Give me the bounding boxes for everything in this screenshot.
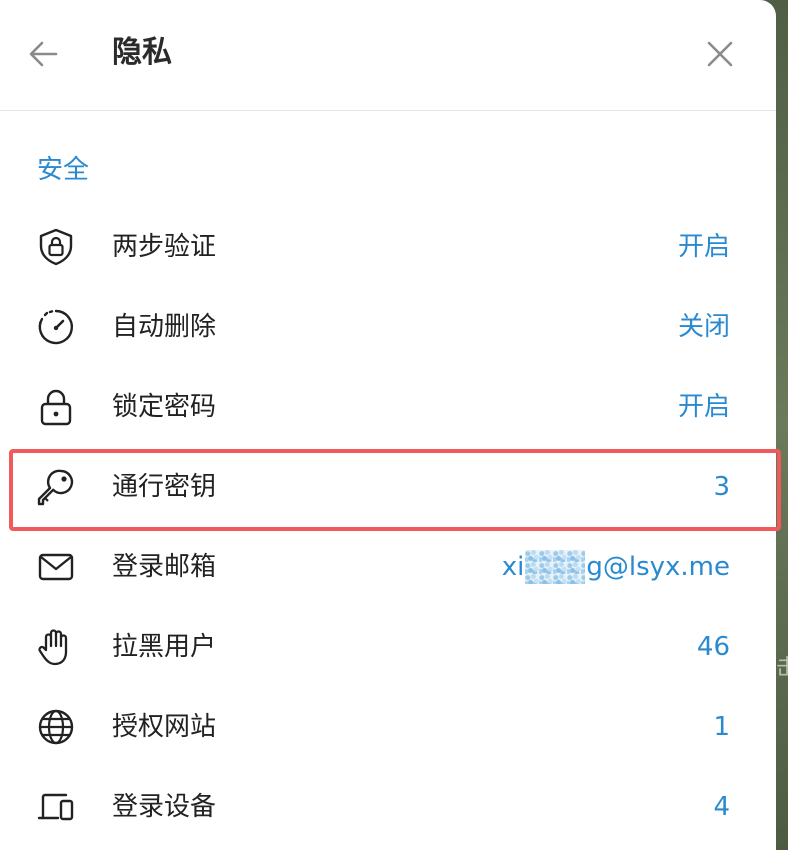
privacy-settings-panel: 隐私 安全 两步验证 开启 自动删除 关闭 锁定密码 开启 通行密钥 3 登录邮… [0, 0, 776, 850]
setting-value: 4 [713, 792, 730, 822]
setting-value: 1 [713, 712, 730, 742]
setting-row-passcode-lock[interactable]: 锁定密码 开启 [0, 367, 776, 447]
lock-icon [36, 387, 76, 427]
setting-label: 授权网站 [112, 712, 217, 742]
key-icon [36, 467, 76, 507]
setting-value: 3 [713, 472, 730, 502]
setting-row-blocked-users[interactable]: 拉黑用户 46 [0, 607, 776, 687]
globe-icon [36, 707, 76, 747]
back-button[interactable] [20, 30, 68, 78]
setting-row-login-email[interactable]: 登录邮箱 xi g@lsyx.me [0, 527, 776, 607]
setting-value: 开启 [677, 232, 730, 262]
setting-row-auto-delete[interactable]: 自动删除 关闭 [0, 287, 776, 367]
setting-row-passkeys[interactable]: 通行密钥 3 [0, 447, 776, 527]
setting-label: 通行密钥 [112, 472, 217, 502]
page-title: 隐私 [112, 35, 172, 70]
setting-label: 登录设备 [112, 792, 217, 822]
panel-header: 隐私 [0, 0, 776, 111]
hand-icon [36, 627, 76, 667]
setting-label: 两步验证 [112, 232, 217, 262]
close-button[interactable] [696, 30, 744, 78]
close-icon [707, 41, 733, 67]
setting-value: 开启 [677, 392, 730, 422]
setting-label: 登录邮箱 [112, 552, 217, 582]
setting-row-two-step-verification[interactable]: 两步验证 开启 [0, 207, 776, 287]
setting-row-authorized-websites[interactable]: 授权网站 1 [0, 687, 776, 767]
setting-label: 自动删除 [112, 312, 217, 342]
security-settings-list: 两步验证 开启 自动删除 关闭 锁定密码 开启 通行密钥 3 登录邮箱 xi g… [0, 207, 776, 847]
arrow-left-icon [29, 41, 58, 67]
shield-lock-icon [36, 227, 76, 267]
setting-row-active-devices[interactable]: 登录设备 4 [0, 767, 776, 847]
background-text-fragment: 击 [776, 656, 788, 681]
timer-icon [36, 307, 76, 347]
setting-value: 关闭 [677, 312, 730, 342]
email-suffix: g@lsyx.me [586, 552, 730, 582]
email-prefix: xi [501, 552, 525, 582]
devices-icon [36, 787, 76, 827]
setting-label: 锁定密码 [112, 392, 217, 422]
setting-label: 拉黑用户 [112, 632, 217, 662]
setting-value-email: xi g@lsyx.me [502, 547, 730, 587]
section-title-security: 安全 [37, 155, 90, 185]
setting-value: 46 [696, 632, 730, 662]
mail-icon [36, 547, 76, 587]
redacted-mask [525, 550, 586, 584]
